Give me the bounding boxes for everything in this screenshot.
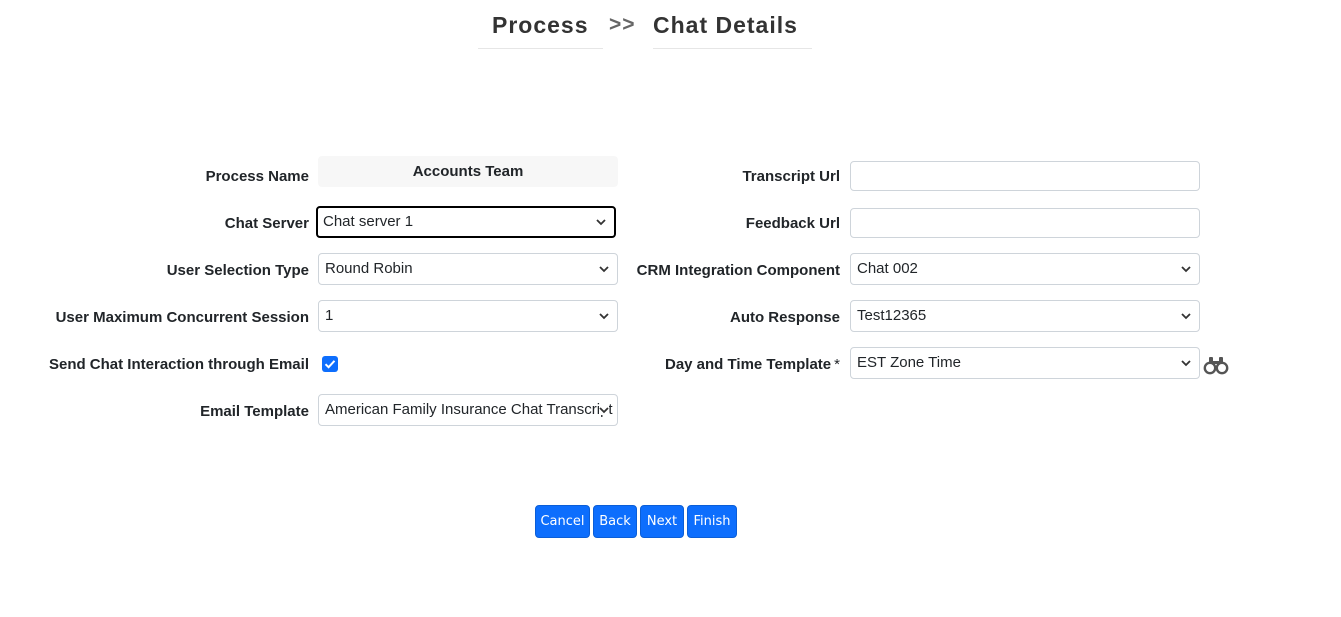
crm-integration-label: CRM Integration Component — [636, 262, 840, 279]
chevron-down-icon — [596, 217, 606, 227]
feedback-url-input[interactable] — [850, 208, 1200, 238]
day-time-template-label: Day and Time Template — [664, 356, 832, 373]
auto-response-select[interactable]: Test12365 — [850, 300, 1200, 332]
day-time-template-value: EST Zone Time — [857, 354, 961, 371]
auto-response-value: Test12365 — [857, 307, 927, 324]
day-time-template-label-wrap: Day and Time Template * — [665, 355, 840, 375]
chevron-down-icon — [1181, 311, 1191, 321]
crm-integration-select[interactable]: Chat 002 — [850, 253, 1200, 285]
process-name-value: Accounts Team — [318, 156, 618, 187]
chevron-down-icon — [599, 264, 609, 274]
crm-integration-value: Chat 002 — [857, 260, 918, 277]
user-selection-type-value: Round Robin — [325, 260, 413, 277]
user-max-concurrent-select[interactable]: 1 — [318, 300, 618, 332]
feedback-url-label: Feedback Url — [745, 215, 840, 232]
chat-server-select[interactable]: Chat server 1 — [316, 206, 616, 238]
user-max-concurrent-value: 1 — [325, 307, 334, 324]
transcript-url-input[interactable] — [850, 161, 1200, 191]
user-selection-type-label: User Selection Type — [166, 262, 309, 279]
auto-response-label: Auto Response — [729, 309, 840, 326]
binoculars-icon[interactable] — [1203, 355, 1229, 375]
email-template-value: American Family Insurance Chat Transcrip… — [325, 401, 613, 418]
day-time-template-select[interactable]: EST Zone Time — [850, 347, 1200, 379]
chevron-down-icon — [1181, 264, 1191, 274]
check-icon — [324, 360, 336, 369]
required-mark: * — [834, 356, 840, 373]
chevron-down-icon — [1181, 358, 1191, 368]
chevron-down-icon — [599, 405, 609, 415]
chat-server-value: Chat server 1 — [323, 213, 414, 230]
breadcrumb-separator: >> — [609, 13, 636, 36]
cancel-button[interactable]: Cancel — [535, 505, 590, 538]
send-chat-email-label: Send Chat Interaction through Email — [48, 356, 309, 373]
chevron-down-icon — [599, 311, 609, 321]
email-template-label: Email Template — [200, 403, 309, 420]
breadcrumb-process: Process — [478, 12, 603, 49]
user-selection-type-select[interactable]: Round Robin — [318, 253, 618, 285]
chat-server-label: Chat Server — [224, 215, 309, 232]
send-chat-email-checkbox[interactable] — [322, 356, 338, 372]
finish-button[interactable]: Finish — [687, 505, 737, 538]
breadcrumb-chat-details: Chat Details — [653, 12, 812, 49]
process-name-label: Process Name — [205, 168, 309, 185]
next-button[interactable]: Next — [640, 505, 684, 538]
email-template-select[interactable]: American Family Insurance Chat Transcrip… — [318, 394, 618, 426]
back-button[interactable]: Back — [593, 505, 637, 538]
transcript-url-label: Transcript Url — [742, 168, 840, 185]
user-max-concurrent-label: User Maximum Concurrent Session — [55, 309, 309, 326]
